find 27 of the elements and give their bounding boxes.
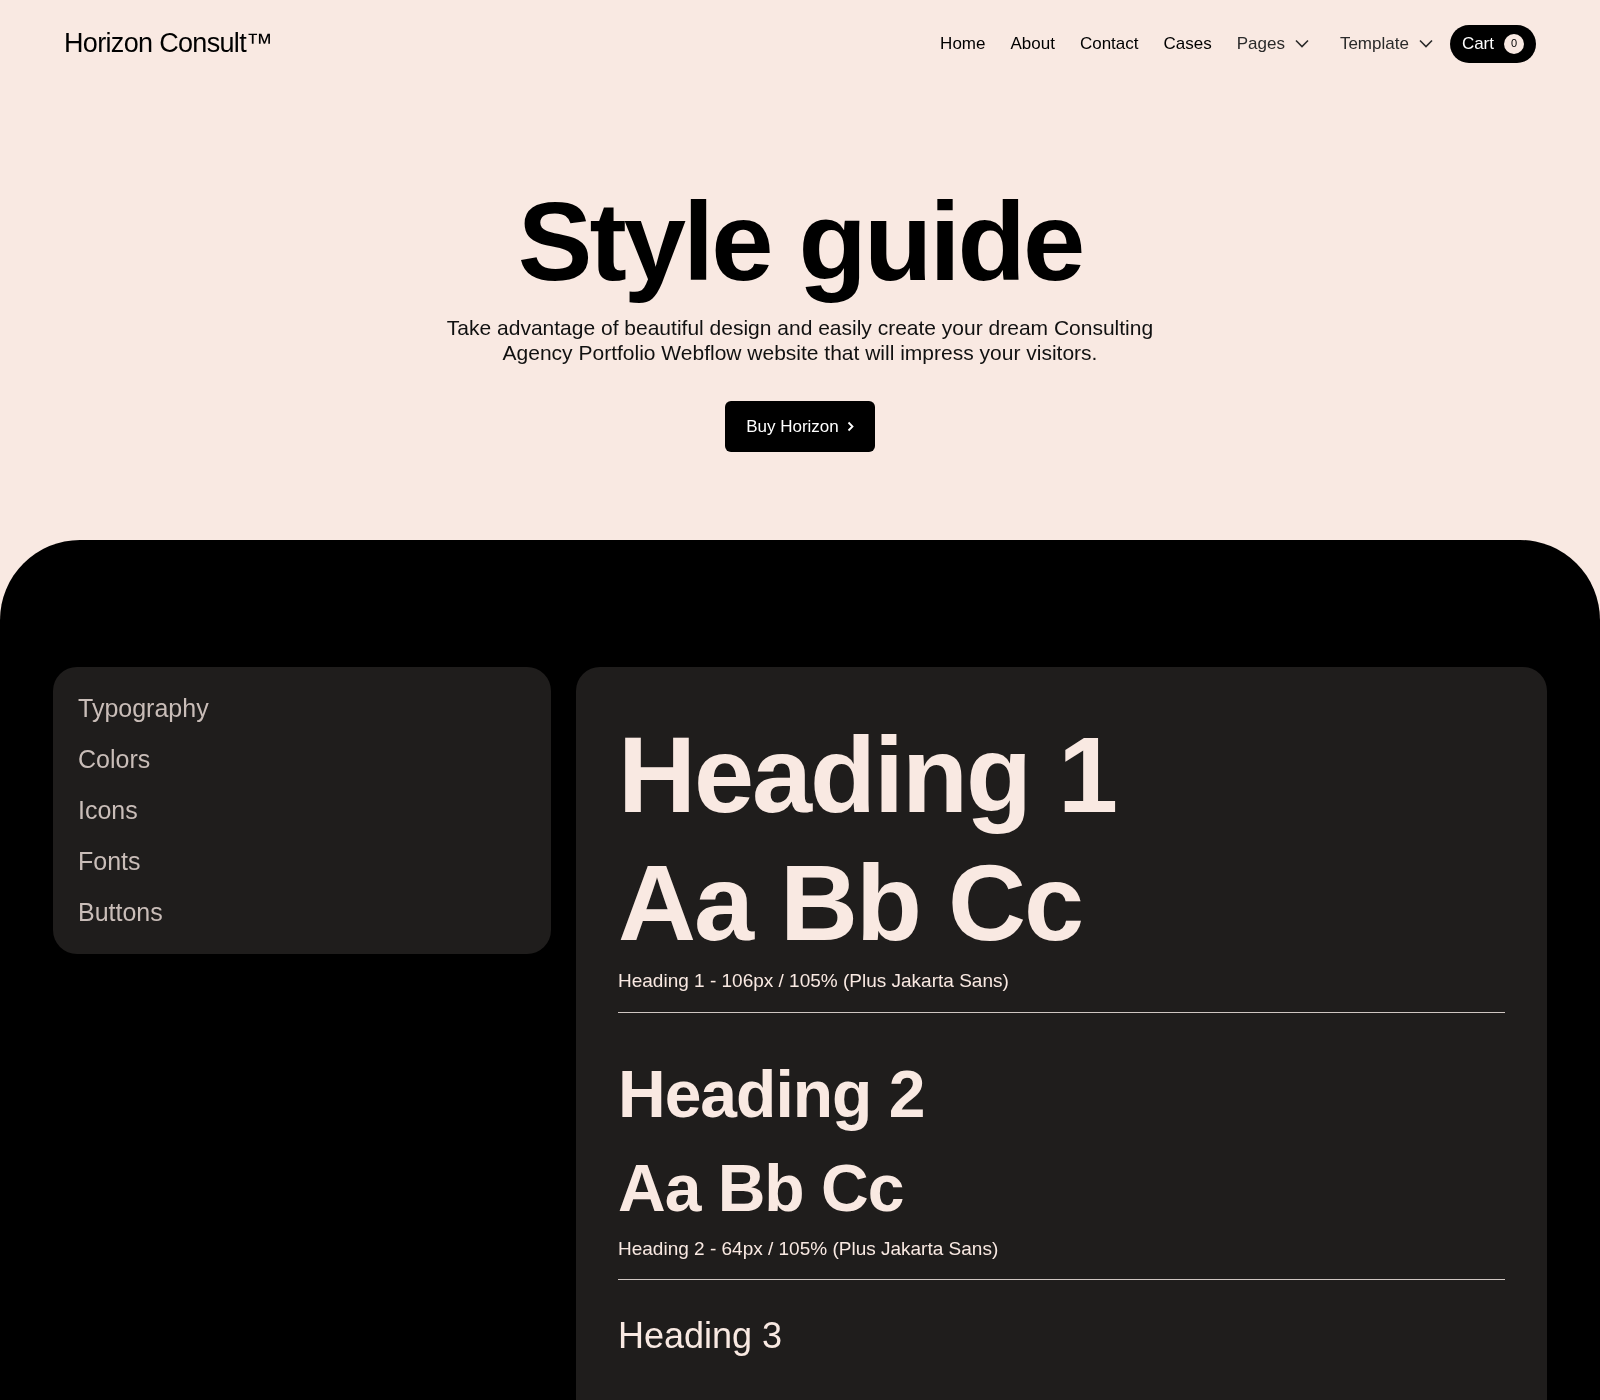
site-logo[interactable]: Horizon Consult™	[64, 23, 273, 64]
nav-link[interactable]: About	[1010, 30, 1055, 57]
nav-dropdown[interactable]: Pages	[1236, 30, 1309, 57]
nav-dropdown[interactable]: Template	[1339, 30, 1433, 57]
cart-button[interactable]: Cart 0	[1449, 24, 1536, 63]
letter-sample: Aa Bb Cc	[618, 841, 1084, 966]
nav-link[interactable]: Home	[940, 30, 986, 57]
nav-link[interactable]: Contact	[1079, 30, 1139, 57]
buy-button[interactable]: Buy Horizon	[725, 401, 875, 453]
letter-sample: Aa Bb Cc	[618, 1149, 905, 1227]
sidebar-link[interactable]: Colors	[78, 744, 526, 776]
hero-subtitle: Take advantage of beautiful design and easily create your dream Consulting Agency Portfolio Webflow website that will impress your visitors.	[445, 315, 1155, 366]
chevron-right-icon	[846, 421, 854, 433]
heading-sample: Heading 3	[618, 1314, 784, 1359]
specimen-caption: Heading 2 - 64px / 105% (Plus Jakarta Sans)	[618, 1236, 1000, 1261]
cart-count: 0	[1504, 33, 1524, 54]
page-title: Style guide	[517, 178, 1083, 306]
sidebar-link[interactable]: Typography	[78, 693, 526, 725]
nav-link[interactable]: Cases	[1163, 30, 1212, 57]
heading-sample: Heading 2	[618, 1055, 926, 1133]
heading-sample: Heading 1	[618, 713, 1118, 838]
sidebar-link[interactable]: Fonts	[78, 846, 526, 878]
chevron-down-icon	[1418, 39, 1433, 48]
sidebar-link[interactable]: Icons	[78, 795, 526, 827]
sidebar-link[interactable]: Buttons	[78, 897, 526, 929]
chevron-down-icon	[1294, 39, 1309, 48]
specimen-caption: Heading 1 - 106px / 105% (Plus Jakarta Sans)	[618, 969, 1010, 994]
